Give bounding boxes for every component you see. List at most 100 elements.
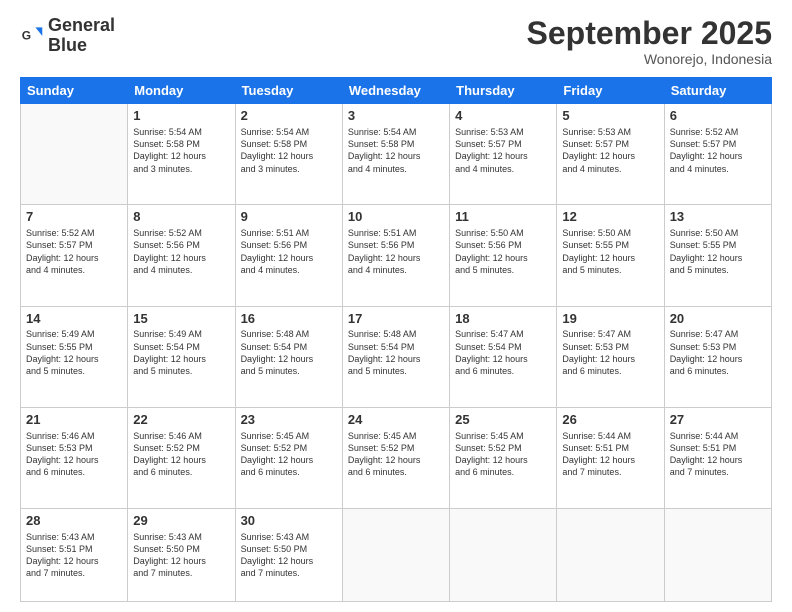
calendar-cell-w1-d2: 1Sunrise: 5:54 AM Sunset: 5:58 PM Daylig… xyxy=(128,104,235,205)
calendar-cell-w2-d2: 8Sunrise: 5:52 AM Sunset: 5:56 PM Daylig… xyxy=(128,205,235,306)
col-friday: Friday xyxy=(557,78,664,104)
day-number: 11 xyxy=(455,209,551,226)
day-number: 29 xyxy=(133,513,229,530)
page: G General Blue September 2025 Wonorejo, … xyxy=(0,0,792,612)
calendar-cell-w3-d7: 20Sunrise: 5:47 AM Sunset: 5:53 PM Dayli… xyxy=(664,306,771,407)
cell-info: Sunrise: 5:50 AM Sunset: 5:55 PM Dayligh… xyxy=(670,227,766,276)
calendar-cell-w4-d4: 24Sunrise: 5:45 AM Sunset: 5:52 PM Dayli… xyxy=(342,407,449,508)
day-number: 3 xyxy=(348,108,444,125)
cell-info: Sunrise: 5:51 AM Sunset: 5:56 PM Dayligh… xyxy=(348,227,444,276)
calendar-cell-w2-d6: 12Sunrise: 5:50 AM Sunset: 5:55 PM Dayli… xyxy=(557,205,664,306)
col-sunday: Sunday xyxy=(21,78,128,104)
cell-info: Sunrise: 5:48 AM Sunset: 5:54 PM Dayligh… xyxy=(348,328,444,377)
cell-info: Sunrise: 5:44 AM Sunset: 5:51 PM Dayligh… xyxy=(670,430,766,479)
cell-info: Sunrise: 5:47 AM Sunset: 5:54 PM Dayligh… xyxy=(455,328,551,377)
day-number: 8 xyxy=(133,209,229,226)
cell-info: Sunrise: 5:51 AM Sunset: 5:56 PM Dayligh… xyxy=(241,227,337,276)
calendar-cell-w5-d6 xyxy=(557,508,664,601)
day-number: 1 xyxy=(133,108,229,125)
calendar-cell-w5-d7 xyxy=(664,508,771,601)
day-number: 28 xyxy=(26,513,122,530)
week-row-2: 7Sunrise: 5:52 AM Sunset: 5:57 PM Daylig… xyxy=(21,205,772,306)
calendar-cell-w5-d1: 28Sunrise: 5:43 AM Sunset: 5:51 PM Dayli… xyxy=(21,508,128,601)
cell-info: Sunrise: 5:45 AM Sunset: 5:52 PM Dayligh… xyxy=(348,430,444,479)
calendar-table: Sunday Monday Tuesday Wednesday Thursday… xyxy=(20,77,772,602)
calendar-cell-w3-d2: 15Sunrise: 5:49 AM Sunset: 5:54 PM Dayli… xyxy=(128,306,235,407)
calendar-cell-w3-d4: 17Sunrise: 5:48 AM Sunset: 5:54 PM Dayli… xyxy=(342,306,449,407)
calendar-cell-w4-d7: 27Sunrise: 5:44 AM Sunset: 5:51 PM Dayli… xyxy=(664,407,771,508)
col-thursday: Thursday xyxy=(450,78,557,104)
day-number: 18 xyxy=(455,311,551,328)
day-number: 16 xyxy=(241,311,337,328)
calendar-cell-w2-d3: 9Sunrise: 5:51 AM Sunset: 5:56 PM Daylig… xyxy=(235,205,342,306)
location-subtitle: Wonorejo, Indonesia xyxy=(527,51,772,67)
calendar-cell-w5-d2: 29Sunrise: 5:43 AM Sunset: 5:50 PM Dayli… xyxy=(128,508,235,601)
cell-info: Sunrise: 5:54 AM Sunset: 5:58 PM Dayligh… xyxy=(241,126,337,175)
title-block: September 2025 Wonorejo, Indonesia xyxy=(527,16,772,67)
cell-info: Sunrise: 5:45 AM Sunset: 5:52 PM Dayligh… xyxy=(241,430,337,479)
week-row-5: 28Sunrise: 5:43 AM Sunset: 5:51 PM Dayli… xyxy=(21,508,772,601)
day-number: 13 xyxy=(670,209,766,226)
cell-info: Sunrise: 5:47 AM Sunset: 5:53 PM Dayligh… xyxy=(562,328,658,377)
svg-text:G: G xyxy=(22,28,31,42)
day-number: 25 xyxy=(455,412,551,429)
logo-line1: General xyxy=(48,16,115,36)
calendar-cell-w4-d3: 23Sunrise: 5:45 AM Sunset: 5:52 PM Dayli… xyxy=(235,407,342,508)
day-number: 10 xyxy=(348,209,444,226)
calendar-cell-w4-d6: 26Sunrise: 5:44 AM Sunset: 5:51 PM Dayli… xyxy=(557,407,664,508)
week-row-1: 1Sunrise: 5:54 AM Sunset: 5:58 PM Daylig… xyxy=(21,104,772,205)
cell-info: Sunrise: 5:53 AM Sunset: 5:57 PM Dayligh… xyxy=(562,126,658,175)
cell-info: Sunrise: 5:52 AM Sunset: 5:57 PM Dayligh… xyxy=(26,227,122,276)
day-number: 15 xyxy=(133,311,229,328)
day-number: 17 xyxy=(348,311,444,328)
calendar-cell-w5-d3: 30Sunrise: 5:43 AM Sunset: 5:50 PM Dayli… xyxy=(235,508,342,601)
day-number: 23 xyxy=(241,412,337,429)
calendar-cell-w2-d5: 11Sunrise: 5:50 AM Sunset: 5:56 PM Dayli… xyxy=(450,205,557,306)
logo-text: General Blue xyxy=(48,16,115,56)
cell-info: Sunrise: 5:54 AM Sunset: 5:58 PM Dayligh… xyxy=(348,126,444,175)
cell-info: Sunrise: 5:46 AM Sunset: 5:53 PM Dayligh… xyxy=(26,430,122,479)
cell-info: Sunrise: 5:43 AM Sunset: 5:50 PM Dayligh… xyxy=(241,531,337,580)
cell-info: Sunrise: 5:47 AM Sunset: 5:53 PM Dayligh… xyxy=(670,328,766,377)
cell-info: Sunrise: 5:52 AM Sunset: 5:57 PM Dayligh… xyxy=(670,126,766,175)
day-number: 22 xyxy=(133,412,229,429)
col-tuesday: Tuesday xyxy=(235,78,342,104)
calendar-cell-w1-d4: 3Sunrise: 5:54 AM Sunset: 5:58 PM Daylig… xyxy=(342,104,449,205)
calendar-cell-w1-d7: 6Sunrise: 5:52 AM Sunset: 5:57 PM Daylig… xyxy=(664,104,771,205)
cell-info: Sunrise: 5:50 AM Sunset: 5:55 PM Dayligh… xyxy=(562,227,658,276)
day-number: 9 xyxy=(241,209,337,226)
calendar-cell-w2-d7: 13Sunrise: 5:50 AM Sunset: 5:55 PM Dayli… xyxy=(664,205,771,306)
cell-info: Sunrise: 5:54 AM Sunset: 5:58 PM Dayligh… xyxy=(133,126,229,175)
day-number: 5 xyxy=(562,108,658,125)
cell-info: Sunrise: 5:46 AM Sunset: 5:52 PM Dayligh… xyxy=(133,430,229,479)
cell-info: Sunrise: 5:50 AM Sunset: 5:56 PM Dayligh… xyxy=(455,227,551,276)
day-number: 24 xyxy=(348,412,444,429)
col-wednesday: Wednesday xyxy=(342,78,449,104)
day-number: 7 xyxy=(26,209,122,226)
day-number: 19 xyxy=(562,311,658,328)
calendar-cell-w1-d3: 2Sunrise: 5:54 AM Sunset: 5:58 PM Daylig… xyxy=(235,104,342,205)
cell-info: Sunrise: 5:43 AM Sunset: 5:50 PM Dayligh… xyxy=(133,531,229,580)
day-number: 6 xyxy=(670,108,766,125)
calendar-cell-w5-d5 xyxy=(450,508,557,601)
calendar-cell-w3-d5: 18Sunrise: 5:47 AM Sunset: 5:54 PM Dayli… xyxy=(450,306,557,407)
logo-line2: Blue xyxy=(48,36,115,56)
cell-info: Sunrise: 5:49 AM Sunset: 5:54 PM Dayligh… xyxy=(133,328,229,377)
calendar-cell-w4-d1: 21Sunrise: 5:46 AM Sunset: 5:53 PM Dayli… xyxy=(21,407,128,508)
calendar-cell-w1-d6: 5Sunrise: 5:53 AM Sunset: 5:57 PM Daylig… xyxy=(557,104,664,205)
cell-info: Sunrise: 5:43 AM Sunset: 5:51 PM Dayligh… xyxy=(26,531,122,580)
calendar-cell-w1-d1 xyxy=(21,104,128,205)
cell-info: Sunrise: 5:52 AM Sunset: 5:56 PM Dayligh… xyxy=(133,227,229,276)
day-number: 27 xyxy=(670,412,766,429)
calendar-cell-w4-d5: 25Sunrise: 5:45 AM Sunset: 5:52 PM Dayli… xyxy=(450,407,557,508)
day-number: 26 xyxy=(562,412,658,429)
month-title: September 2025 xyxy=(527,16,772,51)
col-saturday: Saturday xyxy=(664,78,771,104)
calendar-cell-w2-d1: 7Sunrise: 5:52 AM Sunset: 5:57 PM Daylig… xyxy=(21,205,128,306)
day-number: 12 xyxy=(562,209,658,226)
day-number: 20 xyxy=(670,311,766,328)
calendar-cell-w3-d6: 19Sunrise: 5:47 AM Sunset: 5:53 PM Dayli… xyxy=(557,306,664,407)
calendar-cell-w1-d5: 4Sunrise: 5:53 AM Sunset: 5:57 PM Daylig… xyxy=(450,104,557,205)
calendar-cell-w4-d2: 22Sunrise: 5:46 AM Sunset: 5:52 PM Dayli… xyxy=(128,407,235,508)
calendar-cell-w2-d4: 10Sunrise: 5:51 AM Sunset: 5:56 PM Dayli… xyxy=(342,205,449,306)
